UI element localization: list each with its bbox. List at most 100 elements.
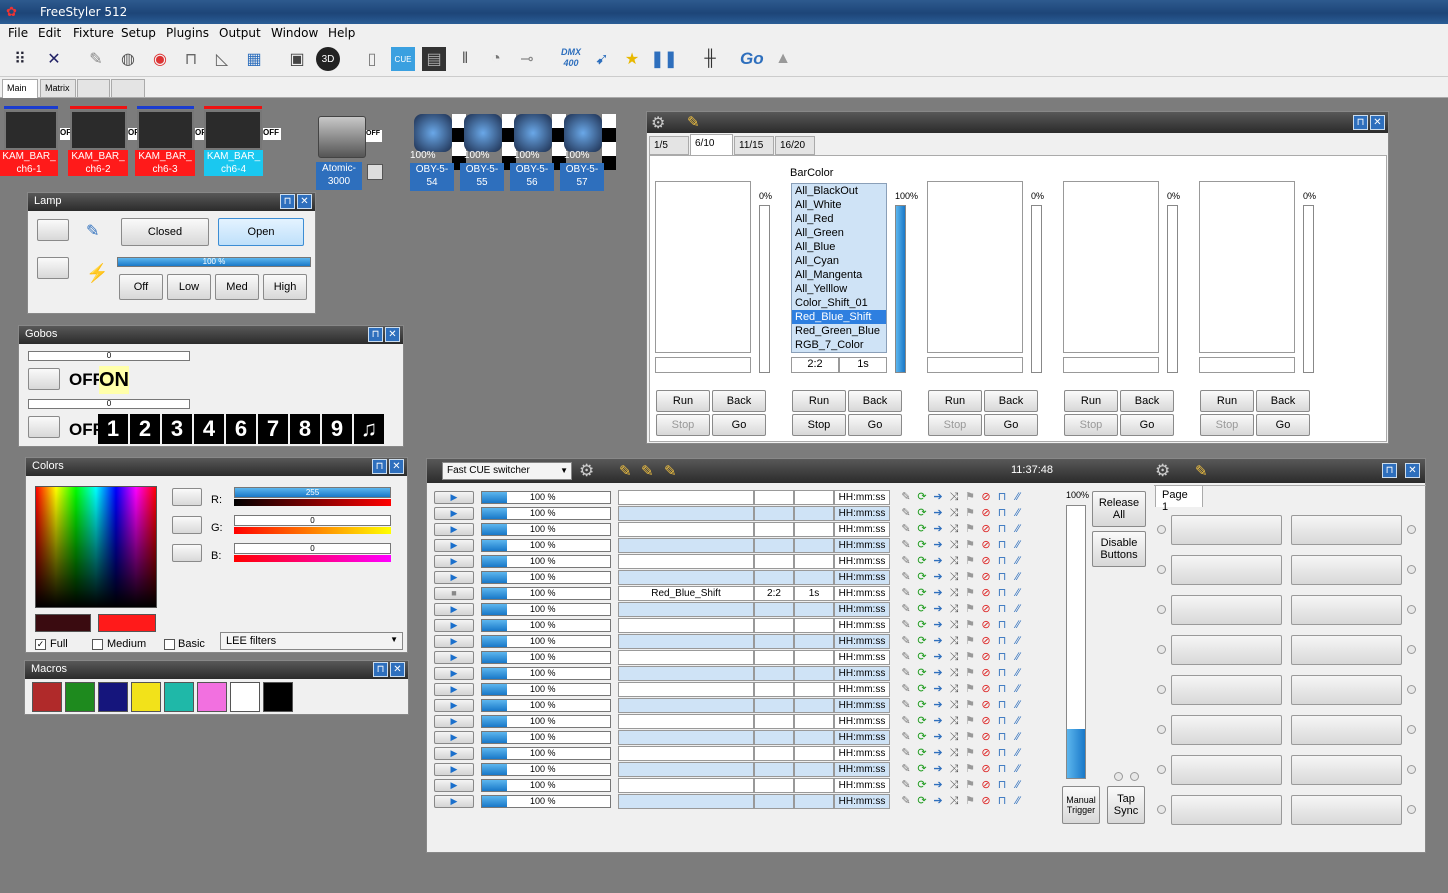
gobo-on-label[interactable]: ON — [99, 366, 129, 394]
faders-icon[interactable]: ‖ — [453, 47, 477, 71]
green-toggle[interactable] — [172, 516, 202, 534]
cue-play-button[interactable]: ▶ — [434, 795, 474, 808]
led-bar-icon[interactable] — [137, 110, 194, 150]
cue-time-cell[interactable]: HH:mm:ss — [834, 794, 890, 809]
arrow-right-icon[interactable]: ➔ — [930, 586, 946, 599]
shuffle-icon[interactable]: ⤨ — [946, 747, 962, 760]
edit-icon[interactable]: ✎ — [898, 730, 914, 743]
speaker-icon[interactable]: ◔ — [484, 47, 508, 71]
scene-item[interactable]: All_Cyan — [792, 254, 886, 268]
close-icon[interactable]: ✕ — [1370, 115, 1385, 130]
page-button[interactable] — [1171, 795, 1282, 825]
stage-icon[interactable]: ▣ — [285, 47, 309, 71]
scene-item[interactable]: RGB_7_Color — [792, 338, 886, 352]
refresh-icon[interactable]: ⟳ — [914, 714, 930, 727]
edit-icon[interactable]: ✎ — [898, 554, 914, 567]
refresh-icon[interactable]: ⟳ — [914, 650, 930, 663]
mute-icon[interactable]: ⊘ — [978, 522, 994, 535]
menu-setup[interactable]: Setup — [121, 26, 156, 40]
moving-head-icon[interactable] — [464, 114, 502, 152]
wave-icon[interactable]: ∕∕ — [1010, 795, 1026, 807]
filter-dropdown[interactable]: LEE filters ▼ — [220, 632, 403, 650]
shuffle-icon[interactable]: ⤨ — [946, 699, 962, 712]
slot-4-run-button[interactable]: Run — [1064, 390, 1118, 412]
slot-1-go-button[interactable]: Go — [712, 414, 766, 436]
slot-3-stop-button[interactable]: Stop — [928, 414, 982, 436]
cue-time-cell[interactable]: HH:mm:ss — [834, 506, 890, 521]
disable-buttons-button[interactable]: Disable Buttons — [1092, 531, 1146, 567]
arrow-right-icon[interactable]: ➔ — [930, 762, 946, 775]
lock-icon[interactable]: ⊓ — [994, 778, 1010, 791]
slot-3-go-button[interactable]: Go — [984, 414, 1038, 436]
cue-name-cell[interactable] — [618, 506, 754, 521]
macro-swatch[interactable] — [197, 682, 227, 712]
mute-icon[interactable]: ⊘ — [978, 794, 994, 807]
slot-3-list[interactable] — [927, 181, 1023, 353]
arrow-right-icon[interactable]: ➔ — [930, 490, 946, 503]
cue-name-cell[interactable] — [618, 490, 754, 505]
edit-icon[interactable]: ✎ — [898, 506, 914, 519]
wave-icon[interactable]: ∕∕ — [1010, 747, 1026, 759]
slot-1-fader[interactable] — [759, 205, 770, 373]
cue-fade-cell[interactable] — [794, 506, 834, 521]
cue-fade-cell[interactable] — [794, 522, 834, 537]
cue-level-bar[interactable]: 100 % — [481, 587, 611, 600]
gobo-2-toggle[interactable] — [28, 416, 60, 438]
page-button[interactable] — [1291, 795, 1402, 825]
close-icon[interactable]: ✕ — [1405, 463, 1420, 478]
slot-2-stop-button[interactable]: Stop — [792, 414, 846, 436]
fader-icon[interactable]: ╫ — [698, 47, 722, 71]
menu-plugins[interactable]: Plugins — [166, 26, 209, 40]
arrow-right-icon[interactable]: ➔ — [930, 650, 946, 663]
scene-item[interactable]: Color_Shift_01 — [792, 296, 886, 310]
shuffle-icon[interactable]: ⤨ — [946, 619, 962, 632]
tab-empty-1[interactable] — [77, 79, 110, 98]
cue-fade-cell[interactable] — [794, 650, 834, 665]
cue-play-button[interactable]: ▶ — [434, 523, 474, 536]
flag-icon[interactable]: ⚑ — [962, 698, 978, 711]
cue-fade-cell[interactable] — [794, 762, 834, 777]
slot-4-fader[interactable] — [1167, 205, 1178, 373]
wave-icon[interactable]: ∕∕ — [1010, 651, 1026, 663]
slot-4-list[interactable] — [1063, 181, 1159, 353]
3d-view-icon[interactable]: 3D — [316, 47, 340, 71]
arrow-right-icon[interactable]: ➔ — [930, 506, 946, 519]
wave-icon[interactable]: ∕∕ — [1010, 779, 1026, 791]
gobo-1-toggle[interactable] — [28, 368, 60, 390]
cue-level-bar[interactable]: 100 % — [481, 555, 611, 568]
cue-fade-cell[interactable]: 1s — [794, 586, 834, 601]
cue-level-bar[interactable]: 100 % — [481, 619, 611, 632]
gobo-6-button[interactable]: 6 — [226, 414, 256, 444]
page-tab-1-5[interactable]: 1/5 — [649, 136, 689, 155]
edit-icon[interactable]: ✎ — [664, 462, 677, 480]
color-picker[interactable] — [35, 486, 157, 608]
shuffle-icon[interactable]: ⤨ — [946, 539, 962, 552]
edit-icon[interactable]: ✎ — [898, 634, 914, 647]
page-button[interactable] — [1171, 595, 1282, 625]
mute-icon[interactable]: ⊘ — [978, 682, 994, 695]
cue-fade-cell[interactable] — [794, 682, 834, 697]
edit-icon[interactable]: ✎ — [898, 778, 914, 791]
cue-play-button[interactable]: ▶ — [434, 779, 474, 792]
edit-icon[interactable]: ✎ — [898, 586, 914, 599]
lock-icon[interactable]: ⊓ — [994, 794, 1010, 807]
tab-empty-2[interactable] — [111, 79, 145, 98]
flag-icon[interactable]: ⚑ — [962, 602, 978, 615]
cue-play-button[interactable]: ▶ — [434, 683, 474, 696]
cue-timing-cell[interactable] — [754, 634, 794, 649]
menu-fixture[interactable]: Fixture — [73, 26, 114, 40]
gobo-wheel-icon[interactable]: ◍ — [116, 47, 140, 71]
shuffle-icon[interactable]: ⤨ — [946, 715, 962, 728]
moving-head-icon[interactable] — [414, 114, 452, 152]
moving-head-1-label[interactable]: OBY-5- 54 — [410, 163, 454, 191]
cue-name-cell[interactable] — [618, 666, 754, 681]
flag-icon[interactable]: ⚑ — [962, 554, 978, 567]
cue-timing-cell[interactable] — [754, 570, 794, 585]
edit-icon[interactable]: ✎ — [898, 666, 914, 679]
gobo-4-button[interactable]: 4 — [194, 414, 224, 444]
lamp-level-bar[interactable]: 100 % — [117, 257, 311, 267]
arrow-right-icon[interactable]: ➔ — [930, 538, 946, 551]
moving-head-3-label[interactable]: OBY-5- 56 — [510, 163, 554, 191]
slot-5-run-button[interactable]: Run — [1200, 390, 1254, 412]
refresh-icon[interactable]: ⟳ — [914, 682, 930, 695]
